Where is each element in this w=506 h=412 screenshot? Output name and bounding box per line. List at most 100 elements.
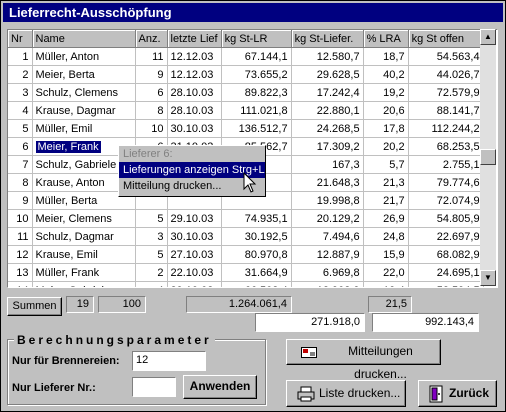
table-cell: 112.244,2 (408, 119, 484, 138)
table-cell: Müller, Emil (32, 119, 136, 138)
table-cell: 29.10.03 (167, 209, 222, 228)
table-cell: 30.192,5 (221, 227, 292, 246)
sum-kg-offen: 992.143,4 (372, 313, 479, 332)
table-cell: 5,7 (363, 155, 409, 174)
table-cell: Schulz, Clemens (32, 83, 136, 102)
table-row[interactable]: 10 Meier, Clemens 5 29.10.03 74.935,1 20.129,… (8, 209, 484, 228)
column-header[interactable]: Nr (8, 30, 33, 48)
window-title: Lieferrecht-Ausschöpfung (9, 5, 172, 20)
mouse-cursor-icon (243, 172, 257, 193)
table-cell: Meier, Gabriele (32, 281, 136, 287)
table-cell: 8 (8, 173, 33, 192)
table-cell: Schulz, Dagmar (32, 227, 136, 246)
table-cell: 40,2 (363, 65, 409, 84)
sum-anz: 19 (66, 296, 94, 313)
table-cell: 10 (135, 119, 168, 138)
table-cell: 13 (8, 263, 33, 282)
column-header[interactable]: kg St offen (408, 30, 484, 48)
table-cell: 19,4 (363, 281, 409, 287)
lieferer-field[interactable] (132, 377, 176, 397)
scroll-up-button[interactable]: ▲ (480, 29, 496, 45)
table-cell: 19,2 (363, 83, 409, 102)
table-cell: 22,0 (363, 263, 409, 282)
table-row[interactable]: 4 Krause, Dagmar 8 28.10.03 111.021,8 22.880,… (8, 101, 484, 120)
table-cell: 44.026,7 (408, 65, 484, 84)
table-cell: 3 (135, 227, 168, 246)
table-cell: 12.908,9 (291, 281, 364, 287)
table-cell: 30.10.03 (167, 227, 222, 246)
table-cell: 21.648,3 (291, 173, 364, 192)
table-cell: Müller, Anton (32, 47, 136, 66)
column-header[interactable]: kg St-Liefer. (291, 30, 364, 48)
table-cell: 31.664,9 (221, 263, 292, 282)
table-row[interactable]: 5 Müller, Emil 10 30.10.03 136.512,7 24.268,5… (8, 119, 484, 138)
table-cell: 19.998,8 (291, 191, 364, 210)
table-row[interactable]: 3 Schulz, Clemens 6 28.10.03 89.822,3 17.242,… (8, 83, 484, 102)
table-cell: 10 (8, 209, 33, 228)
column-header[interactable]: Name (32, 30, 136, 48)
column-header[interactable]: letzte Lief (167, 30, 222, 48)
print-list-button[interactable]: Liste drucken... (286, 380, 406, 407)
table-row[interactable]: 13 Müller, Frank 2 22.10.03 31.664,9 6.969,8 2… (8, 263, 484, 282)
sum-kg-liefer: 271.918,0 (255, 313, 365, 332)
table-cell: 67.144,1 (221, 47, 292, 66)
table-cell: 72.074,9 (408, 191, 484, 210)
table-cell: 4 (8, 101, 33, 120)
column-header[interactable]: kg St-LR (221, 30, 292, 48)
table-cell: 5 (135, 245, 168, 264)
table-cell: 7.494,6 (291, 227, 364, 246)
vertical-scrollbar[interactable]: ▲ ▼ (480, 29, 496, 286)
table-cell: 89.822,3 (221, 83, 292, 102)
table-row[interactable]: 1 Müller, Anton 11 12.12.03 67.144,1 12.580,7… (8, 47, 484, 66)
table-cell: 6.969,8 (291, 263, 364, 282)
table-cell: 20.129,2 (291, 209, 364, 228)
table-row[interactable]: 11 Schulz, Dagmar 3 30.10.03 30.192,5 7.494,6… (8, 227, 484, 246)
table-cell: 68.082,9 (408, 245, 484, 264)
table-cell: 3 (8, 83, 33, 102)
table-cell: 111.021,8 (221, 101, 292, 120)
table-cell: 167,3 (291, 155, 364, 174)
column-header[interactable]: Anz. (135, 30, 168, 48)
back-label: Zurück (449, 386, 490, 400)
table-cell: 22.880,1 (291, 101, 364, 120)
table-cell: 28.10.03 (167, 83, 222, 102)
table-cell: 6 (135, 83, 168, 102)
scroll-down-button[interactable]: ▼ (480, 270, 496, 286)
table-cell: 12.887,9 (291, 245, 364, 264)
table-cell: 20,2 (363, 137, 409, 156)
column-header[interactable]: % LRA (363, 30, 409, 48)
table-cell: 17.242,4 (291, 83, 364, 102)
table-cell: 6 (8, 137, 33, 156)
table-cell: 17,8 (363, 119, 409, 138)
print-notices-button[interactable]: Mitteilungen drucken... (286, 339, 441, 381)
table-cell: 14 (8, 281, 33, 287)
scroll-thumb[interactable] (480, 149, 496, 165)
table-row[interactable]: 12 Krause, Emil 5 27.10.03 80.970,8 12.887,9 1… (8, 245, 484, 264)
table-cell: 54.563,4 (408, 47, 484, 66)
table-row[interactable]: 14Meier, Gabriele429.10.0366.503,412.908… (8, 281, 484, 287)
table-cell: 9 (135, 65, 168, 84)
table-cell: 2 (135, 263, 168, 282)
back-button[interactable]: Zurück (418, 380, 497, 407)
sum-kg-lr: 1.264.061,4 (186, 296, 292, 313)
table-cell: 17.309,2 (291, 137, 364, 156)
print-list-label: Liste drucken... (319, 386, 401, 400)
table-cell: 5 (8, 119, 33, 138)
table-cell: 53.594,5 (408, 281, 484, 287)
table-cell: 72.579,9 (408, 83, 484, 102)
table-cell: 68.253,5 (408, 137, 484, 156)
summen-button[interactable]: Summen (7, 297, 62, 316)
apply-button[interactable]: Anwenden (183, 375, 257, 399)
table-cell: 9 (8, 191, 33, 210)
table-cell: 1 (8, 47, 33, 66)
table-row[interactable]: 2 Meier, Berta 9 12.12.03 73.655,2 29.628,5 40… (8, 65, 484, 84)
table-cell: 2.755,1 (408, 155, 484, 174)
table-cell: 12.580,7 (291, 47, 364, 66)
table-cell: 11 (135, 47, 168, 66)
table-cell: 5 (135, 209, 168, 228)
table-cell: 24.695,1 (408, 263, 484, 282)
printer-icon (297, 386, 315, 402)
table-cell: 7 (8, 155, 33, 174)
brennereien-field[interactable]: 12 (132, 351, 206, 371)
table-cell: 73.655,2 (221, 65, 292, 84)
